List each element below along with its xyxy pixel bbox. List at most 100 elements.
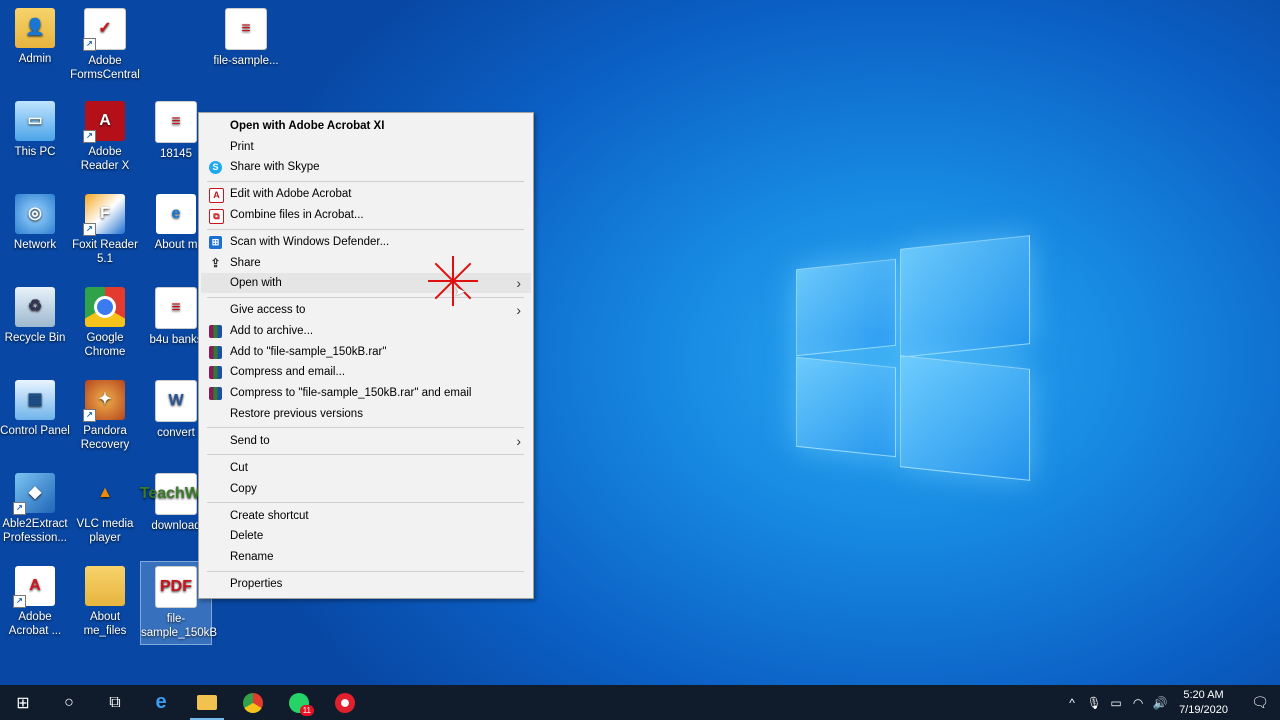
menu-separator [207, 297, 524, 298]
pdf-file-icon: PDF [155, 566, 197, 608]
word-icon: W [155, 380, 197, 422]
able2extract-icon: ◆ ↗ [13, 473, 55, 515]
menu-item-compress-email[interactable]: Compress and email... [201, 362, 531, 382]
desktop-icon-file-sample-top[interactable]: ≡ file-sample... [211, 8, 281, 68]
icon-label: Foxit Reader 5.1 [72, 239, 138, 265]
formscentral-icon: ✓ ↗ [83, 8, 126, 51]
menu-item-restore-versions[interactable]: Restore previous versions [201, 404, 531, 424]
image-file-icon: TeachWiz [140, 473, 212, 515]
desktop-icon-adobe-acrobat[interactable]: A ↗ Adobe Acrobat ... [0, 566, 70, 638]
vlc-icon: ▲ [97, 484, 113, 501]
desktop-icon-about-me-files[interactable]: About me_files [70, 566, 140, 638]
menu-item-scan-defender[interactable]: ⊞ Scan with Windows Defender... [201, 232, 531, 252]
task-view-button[interactable]: ⧉ [92, 685, 138, 720]
winrar-icon [209, 346, 222, 359]
menu-item-combine-acrobat[interactable]: ⧉ Combine files in Acrobat... [201, 205, 531, 225]
menu-item-rename[interactable]: Rename [201, 547, 531, 567]
desktop-icon-admin[interactable]: 👤 Admin [0, 8, 70, 66]
menu-item-properties[interactable]: Properties [201, 574, 531, 594]
desktop-icon-vlc[interactable]: ▲ VLC media player [70, 473, 140, 545]
clock-date: 7/19/2020 [1179, 703, 1228, 716]
notification-center-icon[interactable]: 🗨 [1240, 694, 1280, 711]
notification-badge: 11 [299, 705, 314, 716]
menu-separator [207, 571, 524, 572]
cortana-icon: ○ [64, 693, 74, 711]
chrome-icon [243, 692, 263, 713]
computer-icon: ▭ [15, 101, 55, 141]
foxit-icon: F ↗ [83, 194, 125, 236]
desktop-icon-pandora-recovery[interactable]: ✦ ↗ Pandora Recovery [70, 380, 140, 452]
context-menu: Open with Adobe Acrobat XI Print S Share … [198, 112, 534, 599]
menu-separator [207, 427, 524, 428]
desktop-icon-adobe-reader[interactable]: A ↗ Adobe Reader X [70, 101, 140, 173]
skype-icon: S [209, 161, 222, 174]
menu-separator [207, 229, 524, 230]
desktop-icon-google-chrome[interactable]: Google Chrome [70, 287, 140, 359]
icon-label: Admin [18, 53, 52, 65]
clock-time: 5:20 AM [1183, 688, 1224, 701]
start-button[interactable]: ⊞ [0, 685, 46, 720]
chevron-right-icon: › [516, 433, 521, 449]
pandora-icon: ✦ ↗ [83, 380, 125, 422]
taskbar-file-explorer[interactable] [184, 685, 230, 720]
menu-item-create-shortcut[interactable]: Create shortcut [201, 506, 531, 526]
menu-item-cut[interactable]: Cut [201, 458, 531, 478]
desktop-icon-control-panel[interactable]: ▦ Control Panel [0, 380, 70, 438]
desktop-icon-able2extract[interactable]: ◆ ↗ Able2Extract Profession... [0, 473, 70, 545]
menu-item-copy[interactable]: Copy [201, 479, 531, 499]
chevron-right-icon: › [516, 275, 521, 291]
folder-icon [197, 695, 217, 710]
defender-icon: ⊞ [209, 236, 222, 249]
pdf-file-icon: ≡ [225, 8, 267, 50]
clock[interactable]: 5:20 AM 7/19/2020 [1179, 688, 1228, 718]
winrar-icon [209, 325, 222, 338]
mouse-cursor-icon: ➤ [454, 283, 466, 299]
taskbar-recorder[interactable] [322, 685, 368, 720]
desktop-icon-network[interactable]: ◎ Network [0, 194, 70, 252]
icon-label: file-sample_150kB [141, 613, 218, 639]
menu-item-share-skype[interactable]: S Share with Skype [201, 157, 531, 177]
icon-label: Control Panel [0, 425, 70, 437]
menu-item-share[interactable]: ⇪ Share [201, 253, 531, 273]
icon-label: Google Chrome [84, 332, 126, 358]
adobe-reader-icon: A ↗ [83, 101, 125, 143]
microphone-icon[interactable]: 🎙 [1083, 696, 1105, 710]
icon-label: file-sample... [213, 55, 279, 67]
taskbar-whatsapp[interactable]: 11 [276, 685, 322, 720]
share-icon: ⇪ [210, 256, 221, 270]
chrome-icon [85, 287, 125, 327]
volume-icon[interactable]: 🔊 [1149, 696, 1171, 710]
menu-item-compress-rar-email[interactable]: Compress to "file-sample_150kB.rar" and … [201, 383, 531, 403]
search-button[interactable]: ○ [46, 685, 92, 720]
acrobat-combine-icon: ⧉ [209, 209, 224, 224]
pdf-file-icon: ≡ [155, 287, 197, 329]
menu-item-add-to-archive[interactable]: Add to archive... [201, 321, 531, 341]
menu-item-open-with-acrobat[interactable]: Open with Adobe Acrobat XI [201, 116, 531, 136]
menu-item-edit-acrobat[interactable]: A Edit with Adobe Acrobat [201, 184, 531, 204]
icon-label: Adobe Reader X [80, 146, 130, 172]
edge-icon: e [155, 691, 167, 713]
winrar-icon [209, 387, 222, 400]
desktop-icon-foxit-reader[interactable]: F ↗ Foxit Reader 5.1 [70, 194, 140, 266]
desktop-icon-recycle-bin[interactable]: ♻ Recycle Bin [0, 287, 70, 345]
menu-item-delete[interactable]: Delete [201, 526, 531, 546]
menu-item-give-access[interactable]: Give access to › [201, 300, 531, 320]
windows-icon: ⊞ [16, 694, 30, 712]
taskbar-edge[interactable]: e [138, 685, 184, 720]
system-tray: ^ 🎙 ▭ ◠ 🔊 5:20 AM 7/19/2020 🗨 [1061, 685, 1280, 720]
menu-item-add-to-rar[interactable]: Add to "file-sample_150kB.rar" [201, 342, 531, 362]
menu-item-open-with[interactable]: Open with › [201, 273, 531, 293]
desktop-icon-adobe-formscentral[interactable]: ✓ ↗ Adobe FormsCentral [70, 8, 140, 82]
user-folder-icon: 👤 [15, 8, 55, 48]
battery-icon[interactable]: ▭ [1105, 696, 1127, 710]
chevron-up-icon[interactable]: ^ [1061, 696, 1083, 710]
icon-label: Adobe FormsCentral [70, 55, 140, 81]
menu-item-send-to[interactable]: Send to › [201, 431, 531, 451]
wifi-icon[interactable]: ◠ [1127, 696, 1149, 710]
folder-icon [85, 566, 125, 606]
recycle-bin-icon: ♻ [15, 287, 55, 327]
acrobat-icon: A [209, 188, 224, 203]
taskbar-chrome[interactable] [230, 685, 276, 720]
desktop-icon-this-pc[interactable]: ▭ This PC [0, 101, 70, 159]
menu-item-print[interactable]: Print [201, 137, 531, 157]
